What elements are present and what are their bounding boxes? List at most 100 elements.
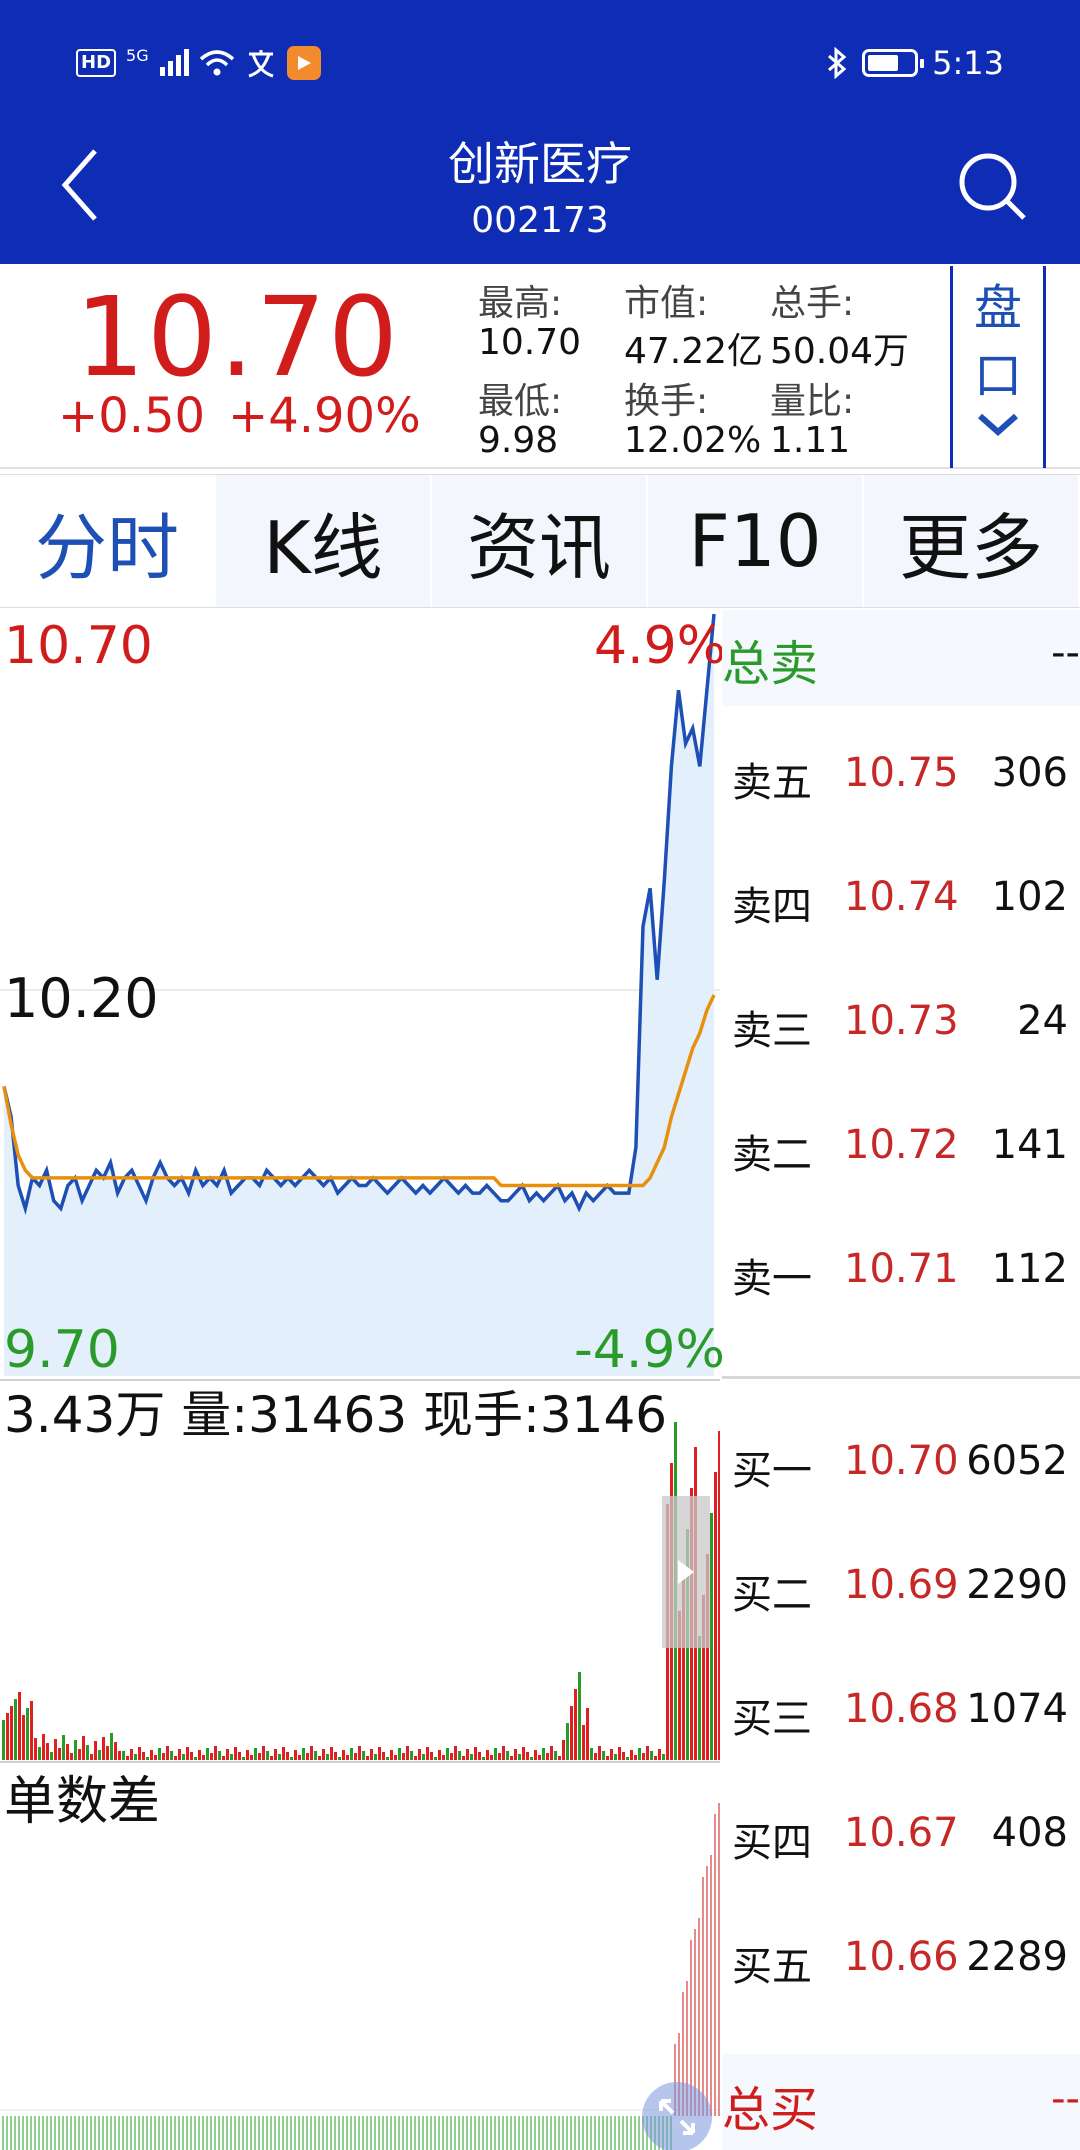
diff-bar (626, 2116, 628, 2150)
volume-bar (34, 1738, 37, 1760)
intraday-chart[interactable]: 10.70 4.9% 10.20 9.70 -4.9% 3.43万 量:3146… (0, 610, 726, 2150)
pankou-char-1: 盘 (973, 280, 1022, 336)
volume-bar (326, 1754, 329, 1760)
pankou-toggle[interactable]: 盘 口 (950, 266, 1046, 468)
diff-bar (266, 2116, 268, 2150)
tab-news[interactable]: 资讯 (432, 475, 648, 607)
diff-bar (510, 2116, 512, 2150)
volume-bar (158, 1748, 161, 1760)
volume-bar (590, 1748, 593, 1760)
tab-f10[interactable]: F10 (648, 475, 864, 607)
bid-row-2[interactable]: 买二 10.69 2290 (722, 1524, 1080, 1648)
diff-bar (138, 2116, 140, 2150)
bid-row-4[interactable]: 买四 10.67 408 (722, 1772, 1080, 1896)
bid-row-1[interactable]: 买一 10.70 6052 (722, 1400, 1080, 1524)
ask-row-1[interactable]: 卖一 10.71 112 (722, 1208, 1080, 1332)
volume-bar (354, 1753, 357, 1760)
diff-bar (374, 2116, 376, 2150)
diff-bar (274, 2116, 276, 2150)
diff-bar (610, 2116, 612, 2150)
diff-bar (594, 2116, 596, 2150)
diff-bar (294, 2116, 296, 2150)
diff-bar (558, 2116, 560, 2150)
volume-bar (230, 1754, 233, 1760)
volume-bar (490, 1755, 493, 1760)
pct-label-bottom: -4.9% (574, 1320, 725, 1380)
play-right-icon (678, 1560, 694, 1584)
stat-high-label: 最高: (478, 283, 563, 324)
diff-bar (178, 2116, 180, 2150)
app-header: HD 5G 5:13 创新医疗 002173 (0, 0, 1080, 264)
diff-bar (298, 2116, 300, 2150)
bid-row-3[interactable]: 买三 10.68 1074 (722, 1648, 1080, 1772)
volume-bar (182, 1754, 185, 1760)
chart-canvas (0, 610, 720, 2150)
diff-bar (422, 2116, 424, 2150)
diff-bar (90, 2116, 92, 2150)
bid-row-5[interactable]: 买五 10.66 2289 (722, 1896, 1080, 2020)
volume-bar (186, 1747, 189, 1760)
volume-bar (174, 1756, 177, 1760)
diff-bar (114, 2116, 116, 2150)
diff-bar (574, 2116, 576, 2150)
diff-bar (518, 2116, 520, 2150)
expand-button[interactable] (642, 2082, 712, 2150)
volume-bar (466, 1749, 469, 1760)
diff-bar (502, 2116, 504, 2150)
tab-more[interactable]: 更多 (864, 475, 1080, 607)
ask-label: 卖四 (732, 884, 812, 930)
diff-bar (214, 2116, 216, 2150)
ask-row-2[interactable]: 卖二 10.72 141 (722, 1084, 1080, 1208)
side-drawer-handle[interactable] (662, 1496, 710, 1648)
diff-bar (554, 2116, 556, 2150)
ask-row-3[interactable]: 卖三 10.73 24 (722, 960, 1080, 1084)
volume-bar (486, 1750, 489, 1760)
bid-price: 10.67 (844, 1810, 959, 1856)
diff-bar (50, 2116, 52, 2150)
diff-bar (434, 2116, 436, 2150)
volume-bar (298, 1755, 301, 1760)
diff-bar (622, 2116, 624, 2150)
diff-bar (202, 2116, 204, 2150)
stat-volume-label: 总手: (770, 283, 855, 324)
diff-bar (30, 2116, 32, 2150)
volume-bar (246, 1750, 249, 1760)
volume-bar (334, 1752, 337, 1760)
tab-timeshare[interactable]: 分时 (0, 475, 216, 607)
ask-row-5[interactable]: 卖五 10.75 306 (722, 712, 1080, 836)
bid-price: 10.70 (844, 1438, 959, 1484)
signal-icon (159, 49, 189, 76)
price-change-percent: +4.90% (228, 388, 421, 444)
diff-bar (562, 2116, 564, 2150)
diff-bar (286, 2116, 288, 2150)
diff-bar (218, 2116, 220, 2150)
volume-bar (558, 1756, 561, 1760)
diff-bar (162, 2116, 164, 2150)
volume-bar (386, 1757, 389, 1760)
ask-row-4[interactable]: 卖四 10.74 102 (722, 836, 1080, 960)
volume-bar (374, 1754, 377, 1760)
diff-bar (314, 2116, 316, 2150)
search-icon (959, 153, 1026, 220)
diff-bar (94, 2116, 96, 2150)
diff-bar (566, 2116, 568, 2150)
volume-bar (106, 1746, 109, 1760)
diff-bar (206, 2116, 208, 2150)
volume-bar (6, 1713, 9, 1760)
bid-volume: 1074 (966, 1686, 1068, 1732)
volume-bar (286, 1752, 289, 1760)
volume-bar (90, 1754, 93, 1760)
volume-bar (370, 1749, 373, 1760)
diff-bar (262, 2116, 264, 2150)
volume-bar (446, 1748, 449, 1760)
volume-bar (338, 1757, 341, 1760)
diff-bar (362, 2116, 364, 2150)
diff-bar (462, 2116, 464, 2150)
volume-bar (234, 1747, 237, 1760)
volume-bar (434, 1757, 437, 1760)
diff-bar (10, 2116, 12, 2150)
diff-bar (74, 2116, 76, 2150)
sell-total-label: 总卖 (722, 636, 819, 692)
tab-kline[interactable]: K线 (216, 475, 432, 607)
search-button[interactable] (952, 146, 1032, 226)
